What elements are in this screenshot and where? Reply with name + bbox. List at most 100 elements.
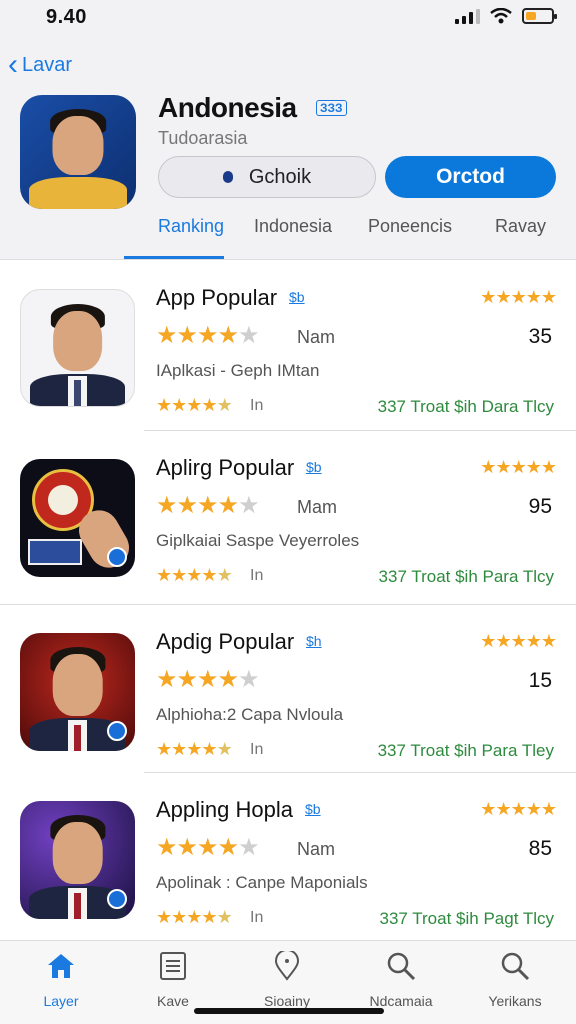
star-icon: ★ [540,457,557,477]
rating-stars-large: ★★★★★ [156,491,260,520]
home-indicator[interactable] [194,1008,384,1014]
star-icon: ★ [238,834,259,861]
star-icon: ★ [495,631,511,651]
star-icon: ★ [197,322,218,349]
star-icon: ★ [201,395,217,415]
star-icon: ★ [540,799,557,819]
price-badge[interactable]: $h [306,633,322,649]
star-icon: ★ [217,666,239,693]
tabbar-label: Yerikans [488,993,542,1009]
secondary-button-label: Gchoik [248,165,312,188]
app-title: Andonesia [158,92,297,123]
search-icon [346,951,456,981]
star-icon: ★ [495,799,511,819]
star-icon: ★ [201,565,217,585]
star-icon: ★ [156,666,177,693]
star-icon: ★ [197,666,218,693]
star-icon: ★ [201,739,217,759]
app-count: 85 [528,837,552,860]
secondary-button[interactable]: Gchoik [158,156,376,198]
rating-summary: 337 Troat $ih Para Tlcy [378,567,554,586]
star-icon: ★ [540,631,557,651]
tabbar-label: Sioainy [264,993,310,1009]
app-icon [20,801,135,919]
rating-stars: ★★★★★ [480,287,557,308]
star-icon: ★ [525,457,542,477]
list-item[interactable]: Appling Hopla $b ★★★★★ ★★★★★ Nam 85 Apol… [0,773,576,941]
star-icon: ★ [217,834,239,861]
star-icon: ★ [525,287,542,307]
app-badge: ЗЗЗ [316,100,347,116]
star-icon: ★ [176,834,198,861]
star-icon: ★ [201,907,217,927]
rating-stars-small: ★★★★★ [156,565,233,586]
rating-stars-small: ★★★★★ [156,907,233,928]
star-icon: ★ [217,322,239,349]
rating-label: In [250,741,264,758]
star-icon: ★ [156,565,172,585]
tabbar-item-layer[interactable]: Layer [6,951,116,1009]
list-item[interactable]: Apdig Popular $h ★★★★★ ★★★★★ 15 Alphioha… [0,605,576,773]
price-badge[interactable]: $b [305,801,321,817]
app-title: Apdig Popular [156,629,295,654]
price-badge[interactable]: $b [289,289,305,305]
star-icon: ★ [197,492,218,519]
star-icon: ★ [510,457,527,477]
star-icon: ★ [495,457,511,477]
tab-poneencis[interactable]: Poneencis [368,216,452,237]
star-icon: ★ [238,492,259,519]
star-icon: ★ [480,287,496,307]
tabbar-item-kave[interactable]: Kave [118,951,228,1009]
battery-icon [522,8,557,24]
status-icons [455,8,557,24]
tabbar-item-ndcamaia[interactable]: Ndcamaia [346,951,456,1009]
rating-stars-large: ★★★★★ [156,833,260,862]
rating-stars: ★★★★★ [480,457,557,478]
star-icon: ★ [176,492,198,519]
back-button[interactable]: ‹ Lavar [8,50,73,80]
pin-icon [222,171,233,183]
app-meta: Nam [297,327,336,347]
star-icon: ★ [216,739,233,759]
battery-level [526,12,536,20]
app-header: ‹ Lavar Andonesia ЗЗЗ Tudoarasia Gchoik … [0,40,576,260]
list-item[interactable]: Aplirg Popular $b ★★★★★ ★★★★★ Mam 95 Gip… [0,431,576,605]
rating-summary: 337 Troat $ih Pagt Tlcy [379,909,554,928]
status-time: 9.40 [46,6,87,28]
star-icon: ★ [156,492,177,519]
primary-button[interactable]: Orctod [385,156,556,198]
tab-indonesia[interactable]: Indonesia [254,216,332,237]
app-meta: Nam [297,839,336,859]
star-icon: ★ [171,739,187,759]
rating-label: In [250,909,264,926]
app-meta: Mam [297,497,337,517]
app-title: Appling Hopla [156,797,293,822]
star-icon: ★ [495,287,511,307]
status-bar: 9.40 [0,0,576,40]
tabbar-item-sioainy[interactable]: Sioainy [232,951,342,1009]
tab-ranking[interactable]: Ranking [158,216,224,237]
tabbar-item-yerikans[interactable]: Yerikans [460,951,570,1009]
rating-stars-small: ★★★★★ [156,395,233,416]
star-icon: ★ [480,799,496,819]
tabbar-label: Kave [157,993,189,1009]
rating-label: In [250,397,264,414]
star-icon: ★ [216,395,233,415]
list-item[interactable]: App Popular $b ★★★★★ ★★★★★ Nam 35 IAplka… [0,261,576,431]
star-icon: ★ [171,565,187,585]
star-icon: ★ [186,739,202,759]
star-icon: ★ [525,631,542,651]
tab-ravay[interactable]: Ravay [495,216,546,237]
signal-icon [455,8,480,24]
price-badge[interactable]: $b [306,459,322,475]
star-icon: ★ [176,322,198,349]
star-icon: ★ [176,666,198,693]
app-count: 15 [528,669,552,692]
app-count: 35 [528,325,552,348]
back-label: Lavar [22,53,73,76]
star-icon: ★ [238,666,259,693]
wifi-icon [490,8,512,24]
app-description: IAplkasi - Geph IMtan [156,361,320,380]
rating-stars: ★★★★★ [480,631,557,652]
app-title: App Popular [156,285,278,310]
